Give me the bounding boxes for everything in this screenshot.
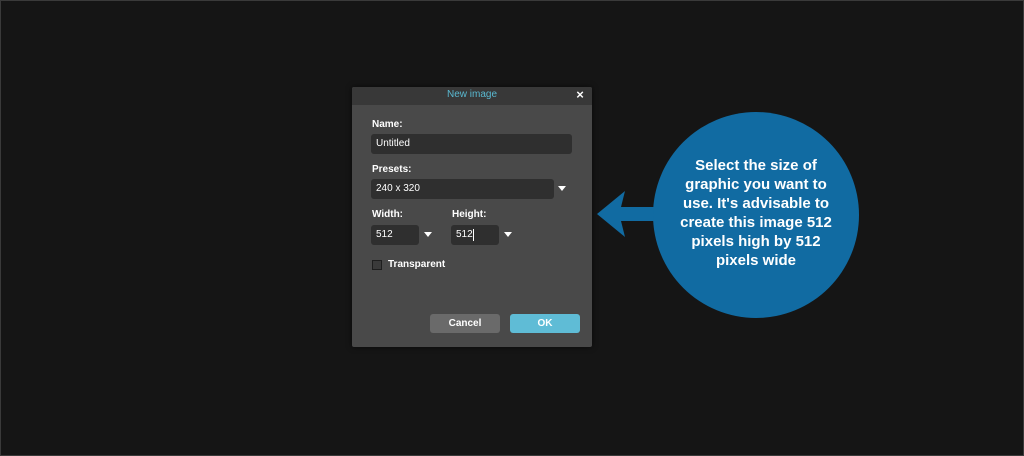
name-input[interactable]: Untitled <box>371 134 572 154</box>
dialog-titlebar: New image × <box>352 87 592 105</box>
dialog-title: New image <box>446 89 498 100</box>
transparent-checkbox[interactable] <box>372 260 382 270</box>
name-label: Name: <box>372 119 403 130</box>
background-frame: New image × Name: Untitled Presets: 240 … <box>0 0 1024 456</box>
ok-button[interactable]: OK <box>510 314 580 333</box>
new-image-dialog: New image × Name: Untitled Presets: 240 … <box>352 87 592 347</box>
transparent-label: Transparent <box>388 259 446 270</box>
height-value: 512 <box>456 229 473 240</box>
callout-text: Select the size of graphic you want to u… <box>680 157 832 269</box>
close-icon[interactable]: × <box>574 88 586 102</box>
width-chevron-down-icon[interactable] <box>424 232 432 237</box>
callout-bubble: Select the size of graphic you want to u… <box>653 112 859 318</box>
width-input[interactable]: 512 <box>371 225 419 245</box>
presets-select[interactable]: 240 x 320 <box>371 179 554 199</box>
cancel-button[interactable]: Cancel <box>430 314 500 333</box>
height-label: Height: <box>452 209 487 220</box>
presets-label: Presets: <box>372 164 412 175</box>
text-cursor <box>473 229 474 241</box>
width-label: Width: <box>372 209 404 220</box>
height-chevron-down-icon[interactable] <box>504 232 512 237</box>
height-input[interactable]: 512 <box>451 225 499 245</box>
presets-chevron-down-icon[interactable] <box>558 186 566 191</box>
left-arrow-icon <box>597 191 661 237</box>
